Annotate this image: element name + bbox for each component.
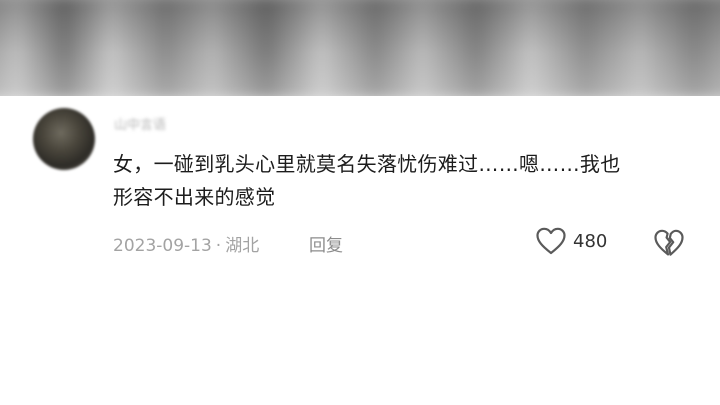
reply-button[interactable]: 回复 bbox=[309, 231, 343, 256]
like-count: 480 bbox=[573, 230, 608, 252]
meta-separator: · bbox=[215, 236, 222, 256]
heart-outline-icon bbox=[535, 226, 567, 256]
video-overlay-shade bbox=[0, 0, 720, 96]
comment-location: 湖北 bbox=[225, 236, 260, 256]
comment-username[interactable]: 山中言语 bbox=[114, 114, 166, 133]
avatar[interactable] bbox=[33, 108, 95, 170]
like-button[interactable]: 480 bbox=[535, 226, 607, 256]
comment-text: 女，一碰到乳头心里就莫名失落忧伤难过……嗯……我也 形容不出来的感觉 bbox=[113, 148, 683, 214]
comment-item: 山中言语 女，一碰到乳头心里就莫名失落忧伤难过……嗯……我也 形容不出来的感觉 … bbox=[0, 96, 720, 405]
broken-heart-icon bbox=[653, 228, 685, 258]
comment-text-line-1: 女，一碰到乳头心里就莫名失落忧伤难过……嗯……我也 bbox=[113, 152, 621, 176]
comment-meta: 2023-09-13 · 湖北 bbox=[113, 231, 259, 256]
screenshot-frame: 山中言语 女，一碰到乳头心里就莫名失落忧伤难过……嗯……我也 形容不出来的感觉 … bbox=[0, 0, 720, 405]
comment-text-line-2: 形容不出来的感觉 bbox=[113, 185, 276, 209]
dislike-button[interactable] bbox=[653, 228, 685, 258]
comment-date: 2023-09-13 bbox=[113, 236, 212, 256]
